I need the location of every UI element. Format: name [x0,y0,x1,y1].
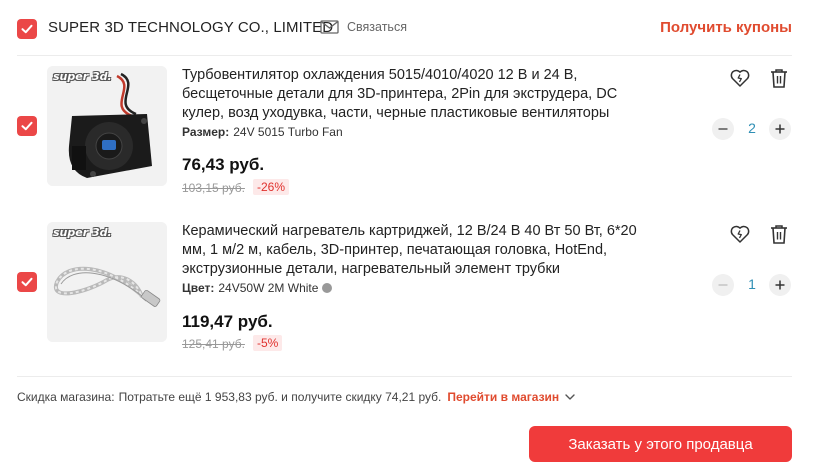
delete-button[interactable] [767,222,791,246]
store-header: SUPER 3D TECHNOLOGY CO., LIMITED Связать… [0,0,819,56]
get-coupons-link[interactable]: Получить купоны [660,19,792,36]
contact-label: Связаться [347,20,407,34]
delete-button[interactable] [767,66,791,90]
contact-seller-button[interactable]: Связаться [320,20,407,34]
minus-icon [718,284,728,286]
quantity-value[interactable]: 1 [739,276,765,292]
quantity-value[interactable]: 2 [739,120,765,136]
brand-tag: super 3d. [53,70,112,83]
check-icon [21,277,33,287]
decrease-quantity-button[interactable] [712,274,734,296]
heart-icon [730,225,750,243]
product-title[interactable]: Керамический нагреватель картриджей, 12 … [182,222,650,279]
increase-quantity-button[interactable] [769,274,791,296]
attribute-name: Размер: [182,125,230,139]
trash-icon [771,69,787,88]
brand-tag: super 3d. [53,226,112,239]
divider [17,55,792,56]
product-title[interactable]: Турбовентилятор охлаждения 5015/4010/402… [182,66,650,123]
plus-icon [775,280,785,290]
product-attribute: Цвет: 24V50W 2M White [182,281,333,295]
discount-badge: -26% [253,179,290,195]
item-checkbox[interactable] [17,272,37,292]
decrease-quantity-button[interactable] [712,118,734,140]
divider [17,376,792,377]
product-attribute: Размер: 24V 5015 Turbo Fan [182,125,343,139]
increase-quantity-button[interactable] [769,118,791,140]
go-to-store-label: Перейти в магазин [447,390,560,404]
old-price: 103,15 руб. [182,181,245,195]
color-swatch [322,283,333,293]
check-icon [21,121,33,131]
store-name[interactable]: SUPER 3D TECHNOLOGY CO., LIMITED [48,19,333,36]
heater-image [47,222,167,342]
order-from-seller-button[interactable]: Заказать у этого продавца [529,426,792,462]
attribute-value: 24V50W 2M White [218,281,319,295]
product-price: 76,43 руб. [182,155,265,174]
attribute-value: 24V 5015 Turbo Fan [233,125,343,139]
store-discount-label: Скидка магазина: [17,390,115,404]
trash-icon [771,225,787,244]
product-price: 119,47 руб. [182,312,273,331]
product-image-heater[interactable]: super 3d. [47,222,167,342]
fan-image [47,66,167,186]
discount-badge: -5% [253,335,283,351]
store-discount-note: Скидка магазина: Потратьте ещё 1 953,83 … [17,390,575,404]
check-icon [21,24,33,34]
item-checkbox[interactable] [17,116,37,136]
mail-icon [320,20,339,34]
wishlist-button[interactable] [728,66,752,90]
minus-icon [718,128,728,130]
go-to-store-link[interactable]: Перейти в магазин [447,390,575,404]
wishlist-button[interactable] [728,222,752,246]
plus-icon [775,124,785,134]
old-price: 125,41 руб. [182,337,245,351]
store-checkbox[interactable] [17,19,37,39]
store-discount-text: Потратьте ещё 1 953,83 руб. и получите с… [118,390,442,404]
product-image-fan[interactable]: super 3d. [47,66,167,186]
chevron-down-icon [565,394,575,400]
attribute-name: Цвет: [182,281,215,295]
heart-icon [730,69,750,87]
